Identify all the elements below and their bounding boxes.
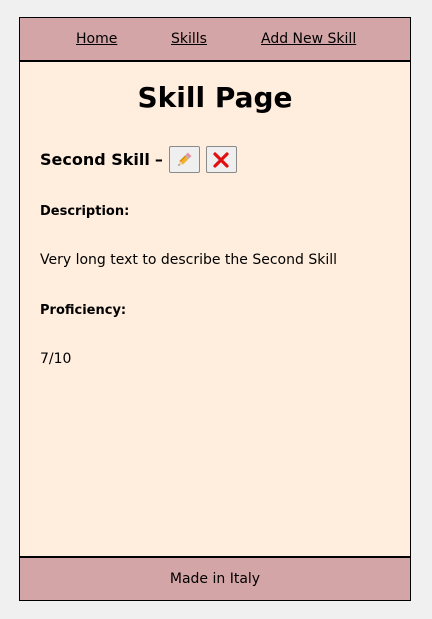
top-nav: Home Skills Add New Skill	[20, 18, 410, 62]
delete-skill-button[interactable]	[205, 146, 237, 173]
app-frame: Home Skills Add New Skill Skill Page Sec…	[19, 17, 411, 601]
description-text: Very long text to describe the Second Sk…	[40, 252, 337, 268]
skill-name: Second Skill	[40, 150, 150, 169]
skill-name-separator: –	[154, 150, 163, 169]
nav-link-add-new-skill[interactable]: Add New Skill	[261, 31, 356, 47]
footer: Made in Italy	[20, 556, 410, 600]
edit-skill-button[interactable]	[168, 146, 200, 173]
footer-text: Made in Italy	[169, 571, 261, 587]
proficiency-label: Proficiency:	[40, 303, 127, 318]
nav-link-skills[interactable]: Skills	[171, 31, 207, 47]
proficiency-value: 7/10	[40, 351, 72, 367]
pencil-icon	[178, 152, 192, 166]
nav-link-home[interactable]: Home	[76, 31, 117, 47]
page-title: Skill Page	[137, 81, 293, 114]
skill-header: Second Skill –	[40, 146, 243, 173]
description-label: Description:	[40, 204, 130, 219]
skill-page-content: Skill Page Second Skill – Description: V…	[20, 62, 410, 556]
red-x-icon	[213, 151, 229, 168]
